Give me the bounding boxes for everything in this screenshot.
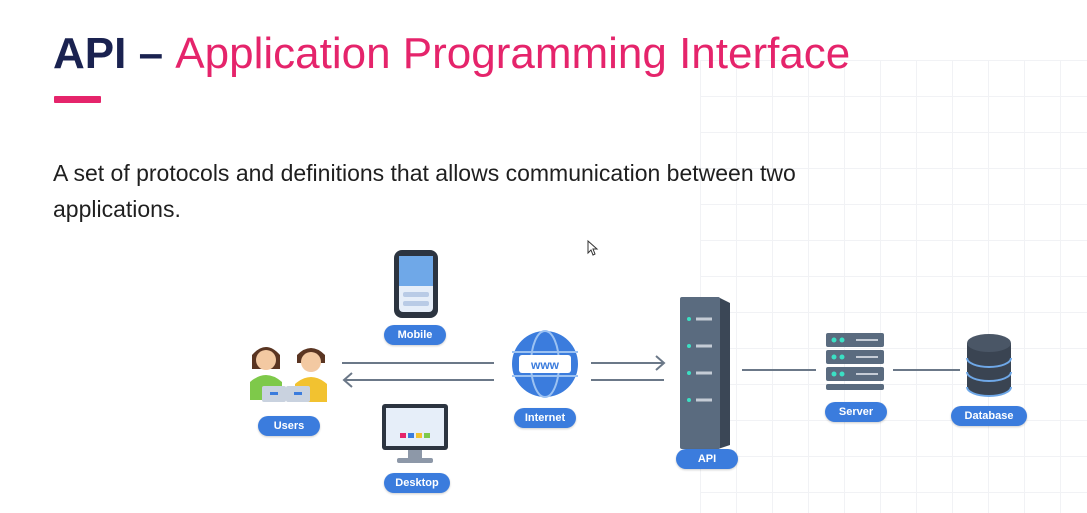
- mouse-cursor-icon: [587, 239, 599, 256]
- users-internet-arrows: [342, 362, 494, 388]
- globe-label: www: [530, 358, 560, 372]
- api-server-tower-icon: [680, 297, 730, 449]
- database-icon: [966, 334, 1012, 397]
- internet-api-arrows: [591, 355, 666, 381]
- server-label: Server: [825, 402, 887, 422]
- users-label: Users: [258, 416, 320, 436]
- internet-label: Internet: [514, 408, 576, 428]
- database-label: Database: [951, 406, 1027, 426]
- server-rack-icon: [826, 333, 884, 390]
- api-diagram: www: [250, 239, 1012, 463]
- users-icon: [250, 347, 327, 402]
- mobile-phone-icon: [394, 250, 438, 318]
- api-label: API: [676, 449, 738, 469]
- desktop-label: Desktop: [384, 473, 450, 493]
- desktop-monitor-icon: [382, 404, 448, 463]
- globe-icon: www: [512, 330, 578, 398]
- mobile-label: Mobile: [384, 325, 446, 345]
